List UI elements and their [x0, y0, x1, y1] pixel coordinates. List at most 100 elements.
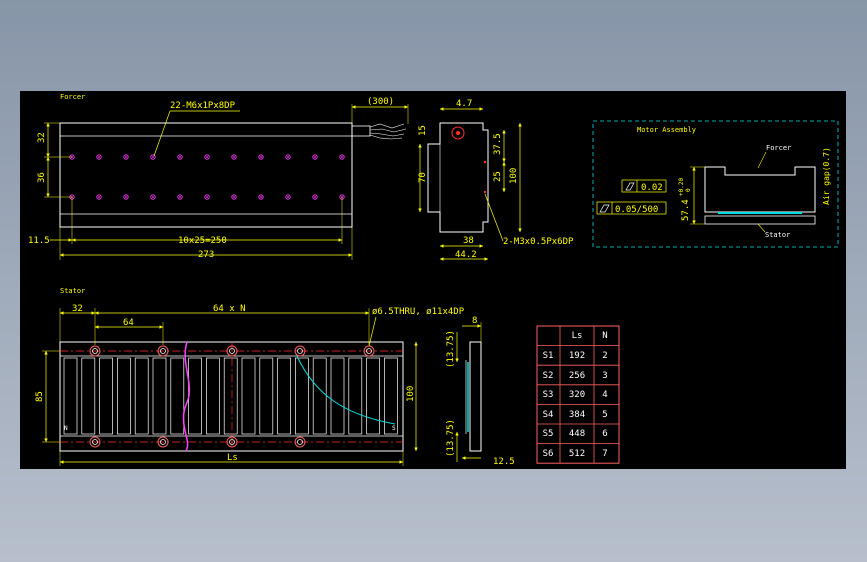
table-cell: 448: [569, 429, 585, 439]
tol-parallel-value: 0.02: [641, 183, 663, 193]
table-header-row: Ls N: [572, 331, 608, 341]
stator-magnet: [170, 357, 185, 435]
side-note: 2-M3x0.5Px6DP: [503, 237, 574, 247]
end-dim-13-75-top: (13.75): [446, 330, 456, 368]
cable-length-dim: (300): [367, 97, 394, 107]
forcer-hole-center: [152, 156, 154, 158]
stator-magnet: [81, 357, 96, 435]
forcer-hole-center: [287, 196, 289, 198]
dim-pitch-label: 10x25=250: [178, 236, 227, 246]
stator-magnet: [99, 357, 113, 435]
forcer-hole-center: [341, 156, 343, 158]
table-cell: 7: [602, 449, 607, 459]
table-cell: 4: [602, 390, 607, 400]
side-dim-100: 100: [509, 168, 519, 184]
cable-wires: [369, 123, 407, 140]
table-cell: S2: [543, 371, 554, 381]
forcer-body: [59, 122, 353, 228]
stator-body: [59, 341, 404, 452]
stator-mark-s: S: [392, 425, 396, 432]
side-view: 4.7 15 37.5 70 25 100 38 44.2 2-M3x0.5Px…: [418, 99, 574, 261]
table-cell: 320: [569, 390, 585, 400]
forcer-hole-center: [98, 196, 100, 198]
stator-cutaway-curve: [296, 355, 396, 425]
stator-magnet: [241, 357, 256, 435]
stator-magnet-array: [63, 357, 398, 435]
stator-end-view: 8 (13.75) (13.75) 12.5: [446, 316, 515, 467]
stator-magnet: [188, 357, 202, 435]
cad-drawing-canvas[interactable]: Forcer 22-M6x1Px8DP (300) 32 36 11.5 10x…: [20, 91, 846, 469]
end-dim-8: 8: [472, 316, 477, 326]
assembly-stator-label: Stator: [765, 231, 790, 239]
forcer-hole-center: [98, 156, 100, 158]
assembly-title: Motor Assembly: [637, 126, 696, 134]
dim-32-label: 32: [37, 132, 47, 143]
forcer-hole-center: [314, 156, 316, 158]
forcer-hole-center: [152, 196, 154, 198]
stator-magnet: [206, 357, 220, 435]
side-dim-25: 25: [493, 171, 503, 182]
forcer-hole-center: [287, 156, 289, 158]
m3-hole-1: [483, 160, 487, 164]
stator-dim-32: 32: [72, 304, 83, 314]
stator-magnet: [223, 357, 238, 435]
stator-magnet: [152, 357, 167, 435]
forcer-view: Forcer 22-M6x1Px8DP (300) 32 36 11.5 10x…: [28, 93, 409, 260]
forcer-hole-center: [314, 196, 316, 198]
table-cell: 6: [602, 429, 607, 439]
stator-dim-ls: Ls: [227, 453, 238, 463]
cable-port-inner: [456, 131, 460, 135]
table-cell: 512: [569, 449, 585, 459]
stator-dim-64N: 64 x N: [213, 304, 246, 314]
forcer-title: Forcer: [60, 93, 85, 101]
forcer-hole-center: [179, 156, 181, 158]
table-row: S2 256 3: [543, 371, 608, 381]
end-body: [469, 341, 482, 452]
table-row: S6 512 7: [543, 449, 608, 459]
tol-parallel-symbol: [625, 182, 635, 191]
stator-dim-64: 64: [123, 318, 134, 328]
cable-gland: [351, 125, 371, 137]
side-dim-70: 70: [418, 172, 428, 183]
stator-view: Stator N S 32 64 x N 64 ø6.5THRU, ø11x4D…: [35, 287, 465, 466]
stator-magnet: [348, 357, 363, 435]
table-row: S1 192 2: [543, 351, 608, 361]
forcer-hole-pattern: [69, 154, 345, 200]
assembly-air-gap: Air gap(0.7): [822, 147, 831, 205]
side-dim-37-5: 37.5: [493, 133, 503, 155]
forcer-hole-center: [179, 196, 181, 198]
forcer-hole-center: [206, 156, 208, 158]
tol-flat-symbol: [599, 204, 610, 213]
stator-hole-note: ø6.5THRU, ø11x4DP: [372, 307, 465, 317]
forcer-hole-center: [233, 156, 235, 158]
side-dim-15: 15: [418, 125, 428, 136]
stator-magnet: [63, 357, 78, 435]
assembly-view: Motor Assembly Forcer Stator 0.02 0.05/5…: [592, 120, 839, 248]
table-cell: 3: [602, 371, 607, 381]
stator-magnet: [134, 357, 149, 435]
assembly-height: 57.4: [681, 199, 691, 221]
assembly-forcer: [704, 166, 816, 213]
stator-dim-100: 100: [406, 386, 416, 402]
forcer-hole-center: [206, 196, 208, 198]
tol-flat-value: 0.05/500: [615, 205, 658, 215]
dim-273-label: 273: [198, 250, 214, 260]
table-row: S5 448 6: [543, 429, 608, 439]
table-cell: 2: [602, 351, 607, 361]
table-cell: S5: [543, 429, 554, 439]
stator-magnet: [277, 357, 291, 435]
stator-mark-n: N: [64, 425, 68, 432]
table-cell: S3: [543, 390, 554, 400]
drawing-svg: Forcer 22-M6x1Px8DP (300) 32 36 11.5 10x…: [28, 93, 839, 467]
end-dim-12-5: 12.5: [493, 457, 515, 467]
forcer-hole-note: 22-M6x1Px8DP: [170, 101, 236, 111]
table-cell: 192: [569, 351, 585, 361]
side-dim-44-2: 44.2: [455, 250, 477, 260]
side-dim-38: 38: [463, 236, 474, 246]
forcer-hole-center: [125, 196, 127, 198]
hole-note-leader-diag: [153, 110, 171, 157]
stator-label-leader: [757, 223, 766, 233]
table-cell: S4: [543, 410, 554, 420]
forcer-hole-center: [125, 156, 127, 158]
assembly-height-tol-upper: +0.20: [678, 178, 685, 196]
